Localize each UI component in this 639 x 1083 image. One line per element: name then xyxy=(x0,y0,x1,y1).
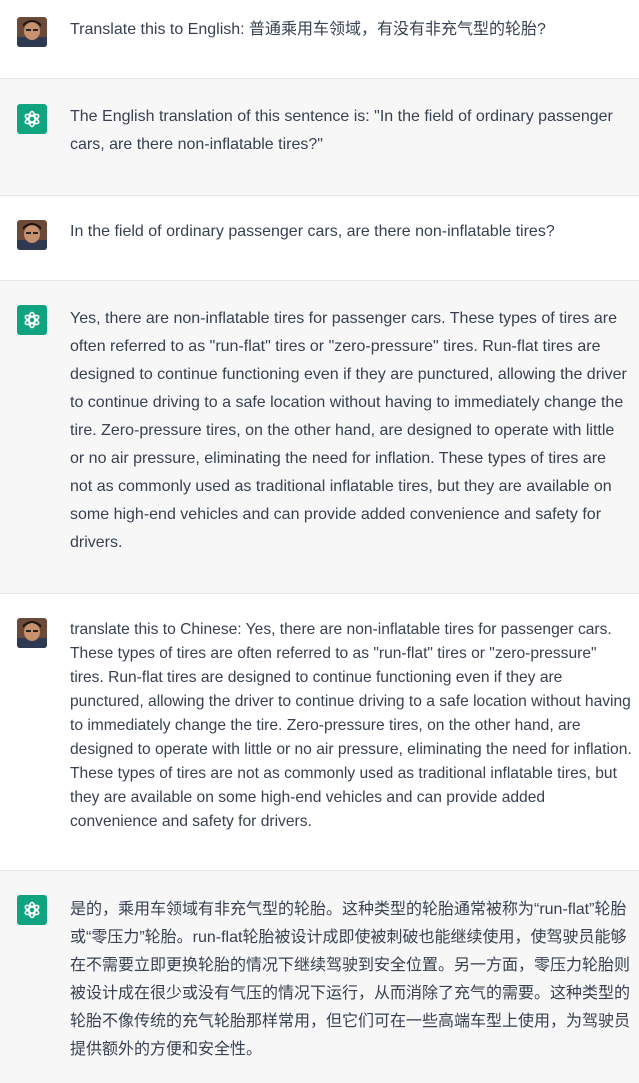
message-text: The English translation of this sentence… xyxy=(70,108,613,153)
openai-logo-icon xyxy=(17,305,47,335)
user-message: In the field of ordinary passenger cars,… xyxy=(0,196,639,281)
conversation-thread: Translate this to English: 普通乘用车领域，有没有非充… xyxy=(0,0,639,1083)
message-text: Yes, there are non-inflatable tires for … xyxy=(70,310,627,551)
openai-logo-icon xyxy=(17,895,47,925)
user-message: Translate this to English: 普通乘用车领域，有没有非充… xyxy=(0,0,639,79)
user-avatar-icon xyxy=(17,618,47,648)
message-text: Translate this to English: 普通乘用车领域，有没有非充… xyxy=(70,21,546,38)
openai-logo-icon xyxy=(17,104,47,134)
assistant-message: The English translation of this sentence… xyxy=(0,79,639,196)
user-avatar-icon xyxy=(17,17,47,47)
message-text: In the field of ordinary passenger cars,… xyxy=(70,223,555,240)
message-text: translate this to Chinese: Yes, there ar… xyxy=(70,621,632,830)
message-text: 是的，乘用车领域有非充气型的轮胎。这种类型的轮胎通常被称为“run-flat”轮… xyxy=(70,901,631,1058)
user-message: translate this to Chinese: Yes, there ar… xyxy=(0,594,639,871)
assistant-message: 是的，乘用车领域有非充气型的轮胎。这种类型的轮胎通常被称为“run-flat”轮… xyxy=(0,871,639,1083)
assistant-message: Yes, there are non-inflatable tires for … xyxy=(0,281,639,594)
user-avatar-icon xyxy=(17,220,47,250)
